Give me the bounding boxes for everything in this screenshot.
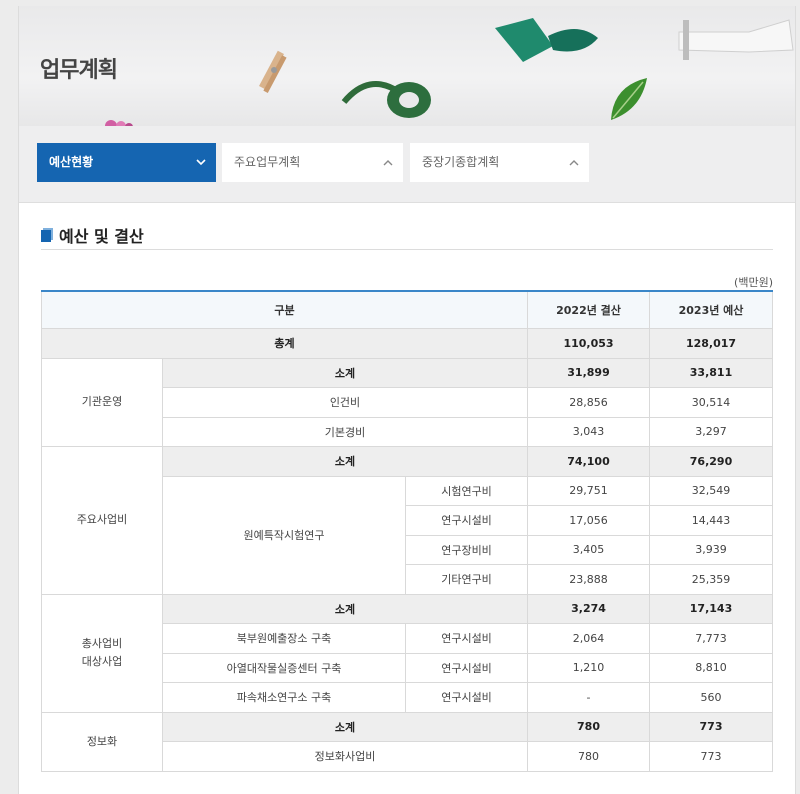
value-2022: 1,210	[527, 652, 651, 683]
subtotal-label: 소계	[161, 711, 529, 742]
value-2023: 773	[649, 741, 774, 772]
project-label: 원예특작시험연구	[162, 475, 406, 595]
ribbon-spool-icon	[341, 81, 431, 118]
project-label: 파속채소연구소 구축	[162, 682, 406, 713]
tab-long-term-plan[interactable]: 중장기종합계획	[410, 143, 589, 182]
item-label: 연구시설비	[404, 505, 529, 536]
budget-table: 구분 2022년 결산 2023년 예산 총계 110,053 128,017 …	[40, 290, 774, 772]
header-category: 구분	[40, 290, 529, 329]
project-label: 북부원예출장소 구축	[162, 623, 406, 654]
table-row: 주요사업비 소계 74,100 76,290	[41, 446, 774, 595]
value-2022: 28,856	[527, 387, 651, 418]
group-label-line: 대상사업	[81, 655, 123, 668]
unit-label: (백만원)	[734, 276, 773, 289]
group-label-line: 총사업비	[81, 637, 123, 650]
tab-label: 예산현황	[49, 155, 94, 169]
value-2023: 3,939	[649, 534, 774, 565]
total-label: 총계	[40, 328, 529, 359]
group-label: 총사업비 대상사업	[41, 593, 163, 713]
table-row: 정보화 소계 780 773	[41, 711, 774, 772]
subtotal-value-2022: 74,100	[527, 446, 651, 477]
tab-main-work-plan[interactable]: 주요업무계획	[222, 143, 403, 182]
project-label: 아열대작물실증센터 구축	[162, 652, 406, 683]
green-ribbon-icon	[495, 18, 598, 62]
subtotal-value-2023: 17,143	[649, 593, 774, 624]
value-2023: 8,810	[649, 652, 774, 683]
table-row: 기관운영 소계 31,899 33,811	[41, 357, 774, 447]
item-label: 연구시설비	[404, 652, 529, 683]
subtotal-value-2023: 76,290	[649, 446, 774, 477]
item-label: 인건비	[161, 387, 529, 418]
chevron-up-icon	[569, 143, 579, 182]
value-2022: 3,043	[527, 416, 651, 447]
item-label: 연구시설비	[404, 682, 529, 713]
section-title: 예산 및 결산	[59, 227, 144, 246]
value-2022: 29,751	[527, 475, 651, 506]
subtotal-value-2023: 33,811	[649, 357, 774, 388]
table-header-row: 구분 2022년 결산 2023년 예산	[40, 290, 774, 329]
group-label: 정보화	[41, 711, 163, 772]
clothespin-icon	[259, 50, 287, 93]
watering-can-icon	[678, 19, 794, 60]
chevron-up-icon	[383, 143, 393, 182]
value-2023: 25,359	[649, 564, 774, 595]
value-2023: 3,297	[649, 416, 774, 447]
flower-icon	[105, 120, 133, 126]
document-icon	[41, 228, 53, 242]
subtotal-value-2023: 773	[649, 711, 774, 742]
value-2022: 17,056	[527, 505, 651, 536]
tab-budget-status[interactable]: 예산현황	[37, 143, 216, 182]
subtotal-label: 소계	[161, 357, 529, 388]
subtotal-label: 소계	[161, 446, 529, 477]
group-label: 기관운영	[41, 357, 163, 447]
page-container: 업무계획 예산현황 주요업무계획 중장기종합계획 예산 및 결산 (백만원) 구…	[18, 6, 796, 794]
subtotal-value-2022: 31,899	[527, 357, 651, 388]
value-2022: 780	[527, 741, 651, 772]
section-heading: 예산 및 결산	[41, 223, 144, 247]
value-2023: 32,549	[649, 475, 774, 506]
value-2022: 23,888	[527, 564, 651, 595]
value-2023: 560	[649, 682, 774, 713]
item-label: 기본경비	[161, 416, 529, 447]
group-label: 주요사업비	[41, 446, 163, 595]
header-2023-budget: 2023년 예산	[649, 290, 774, 329]
table-row: 총사업비 대상사업 소계 3,274 17,143	[41, 593, 774, 713]
subtotal-value-2022: 3,274	[527, 593, 651, 624]
item-label: 기타연구비	[404, 564, 529, 595]
leaf-icon	[611, 78, 647, 120]
value-2023: 30,514	[649, 387, 774, 418]
hero-banner: 업무계획	[19, 6, 795, 126]
page-title: 업무계획	[40, 58, 118, 83]
tab-label: 중장기종합계획	[422, 155, 500, 169]
divider	[41, 249, 773, 250]
chevron-down-icon	[196, 143, 206, 182]
value-2022: 3,405	[527, 534, 651, 565]
tab-bar: 예산현황 주요업무계획 중장기종합계획	[19, 126, 795, 203]
value-2023: 14,443	[649, 505, 774, 536]
subtotal-label: 소계	[161, 593, 529, 624]
value-2022: -	[527, 682, 651, 713]
total-value-2023: 128,017	[649, 328, 774, 359]
value-2023: 7,773	[649, 623, 774, 654]
subtotal-value-2022: 780	[527, 711, 651, 742]
header-2022-settlement: 2022년 결산	[527, 290, 651, 329]
item-label: 시험연구비	[404, 475, 529, 506]
total-row: 총계 110,053 128,017	[40, 328, 774, 359]
total-value-2022: 110,053	[527, 328, 651, 359]
tab-label: 주요업무계획	[234, 155, 301, 169]
value-2022: 2,064	[527, 623, 651, 654]
item-label: 연구장비비	[404, 534, 529, 565]
item-label: 정보화사업비	[161, 741, 529, 772]
item-label: 연구시설비	[404, 623, 529, 654]
